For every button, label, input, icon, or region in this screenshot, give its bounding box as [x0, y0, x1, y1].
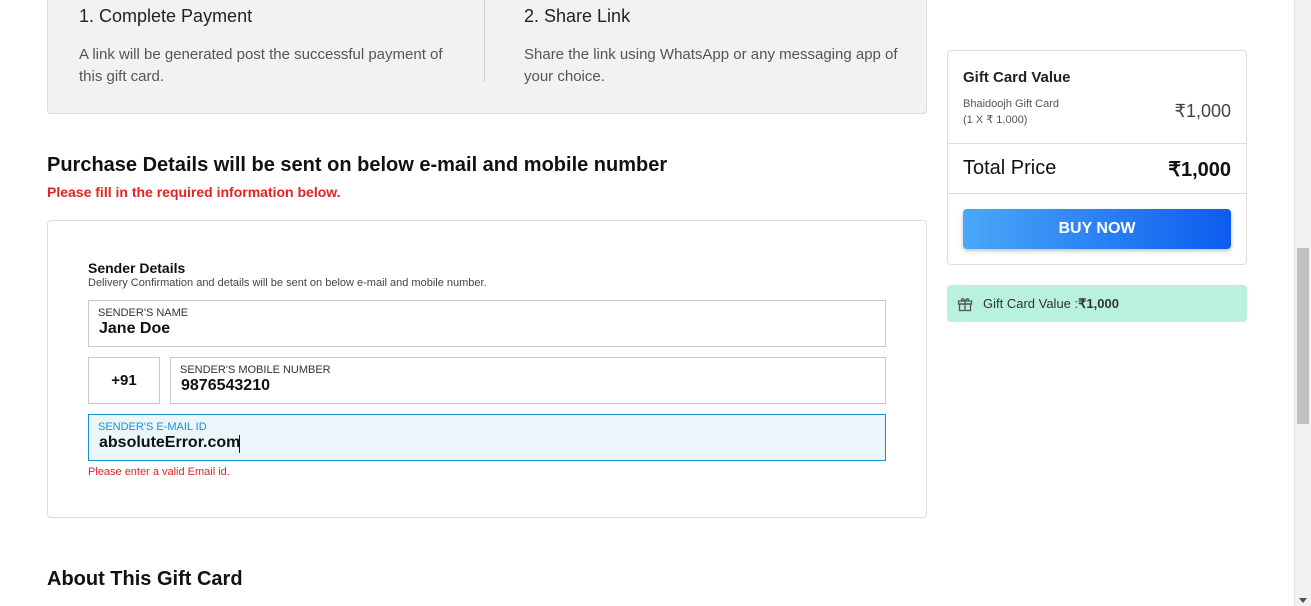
sender-email-field[interactable]: SENDER'S E-MAIL ID — [88, 414, 886, 461]
summary-item-amount: ₹1,000 — [1174, 101, 1232, 121]
summary-item-qty: (1 X ₹ 1,000) — [963, 114, 1028, 126]
sender-mobile-input[interactable] — [181, 377, 881, 395]
country-code-select[interactable]: +91 — [88, 357, 160, 404]
sender-email-input[interactable] — [99, 434, 799, 452]
summary-title: Gift Card Value — [963, 69, 1071, 86]
sender-mobile-field[interactable]: SENDER'S MOBILE NUMBER — [170, 357, 886, 404]
sender-email-label: SENDER'S E-MAIL ID — [98, 421, 207, 433]
email-error-message: Please enter a valid Email id. — [88, 466, 230, 478]
gift-card-value-banner: Gift Card Value : ₹1,000 — [947, 285, 1247, 322]
divider — [948, 193, 1246, 194]
gift-banner-label: Gift Card Value : — [983, 296, 1079, 311]
buy-now-button[interactable]: BUY NOW — [963, 209, 1231, 249]
total-price-amount: ₹1,000 — [1168, 159, 1231, 181]
sender-name-input[interactable] — [99, 320, 799, 338]
sender-mobile-label: SENDER'S MOBILE NUMBER — [180, 364, 331, 376]
text-caret — [239, 435, 240, 453]
order-summary-card: Gift Card Value Bhaidoojh Gift Card (1 X… — [947, 50, 1247, 265]
step-title: 1. Complete Payment — [79, 6, 253, 26]
scrollbar-thumb[interactable] — [1297, 248, 1309, 424]
step-share-link: 2. Share Link Share the link using Whats… — [524, 0, 924, 88]
sender-name-label: SENDER'S NAME — [98, 307, 189, 319]
summary-item: Bhaidoojh Gift Card (1 X ₹ 1,000) — [963, 96, 1059, 128]
gift-banner-amount: ₹1,000 — [1078, 295, 1119, 311]
gift-icon — [957, 296, 973, 312]
sender-details-title: Sender Details — [88, 260, 186, 276]
about-gift-card-title: About This Gift Card — [47, 568, 243, 590]
step-complete-payment: 1. Complete Payment A link will be gener… — [79, 0, 479, 88]
step-description: A link will be generated post the succes… — [79, 46, 443, 85]
step-title: 2. Share Link — [524, 6, 631, 26]
scroll-down-arrow-icon[interactable] — [1299, 598, 1307, 603]
divider — [948, 143, 1246, 144]
country-code-value: +91 — [111, 372, 137, 389]
summary-item-name: Bhaidoojh Gift Card — [963, 98, 1059, 110]
total-price-label: Total Price — [963, 157, 1057, 179]
purchase-details-title: Purchase Details will be sent on below e… — [47, 154, 668, 176]
sender-details-form: Sender Details Delivery Confirmation and… — [47, 220, 927, 518]
step-divider — [484, 0, 485, 82]
page-scrollbar[interactable] — [1294, 0, 1311, 606]
sender-details-subtitle: Delivery Confirmation and details will b… — [88, 277, 487, 289]
steps-panel: 1. Complete Payment A link will be gener… — [47, 0, 927, 114]
required-info-note: Please fill in the required information … — [47, 184, 341, 200]
step-description: Share the link using WhatsApp or any mes… — [524, 46, 898, 85]
sender-name-field[interactable]: SENDER'S NAME — [88, 300, 886, 347]
